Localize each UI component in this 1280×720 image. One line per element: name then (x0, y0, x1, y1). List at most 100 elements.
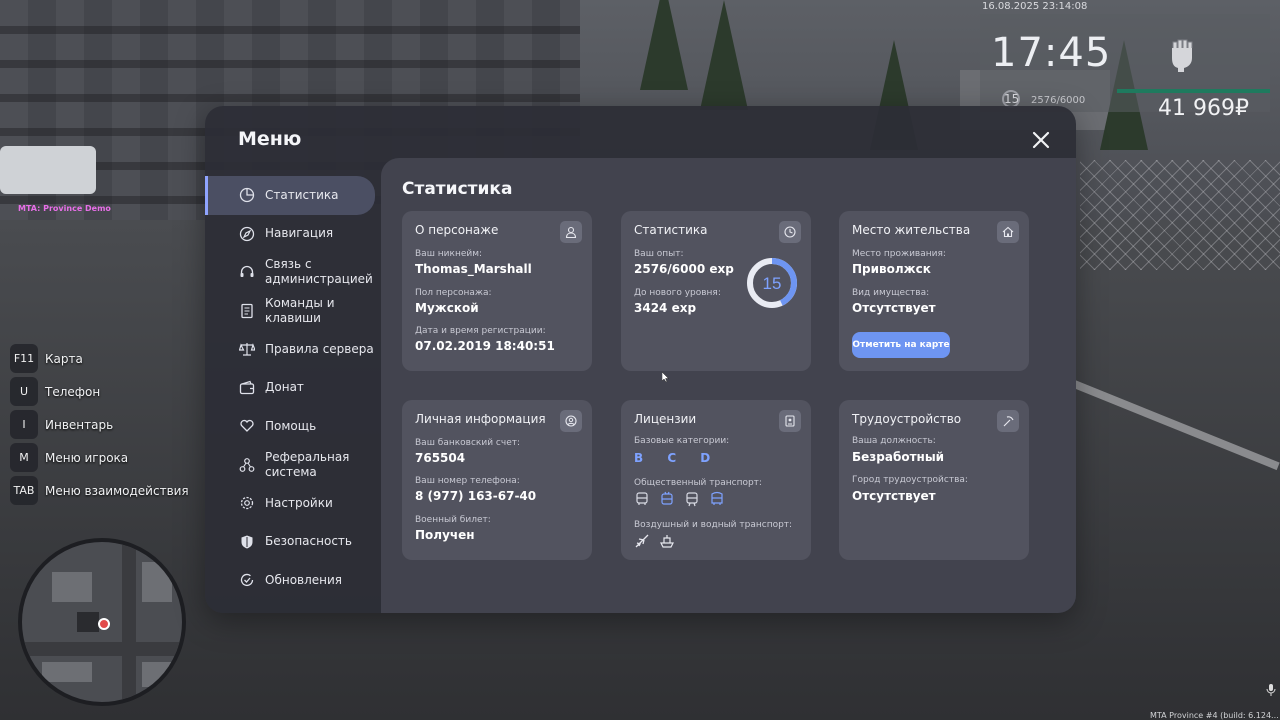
ship-icon (660, 535, 674, 548)
work-city-label: Город трудоустройства: (852, 475, 968, 485)
sidebar-item-referral[interactable]: Реферальная система (205, 446, 381, 485)
scales-icon (239, 343, 255, 356)
compass-icon (239, 226, 255, 241)
work-city-value: Отсутствует (852, 489, 936, 503)
sidebar-item-security[interactable]: Безопасность (205, 523, 381, 562)
sidebar-item-label: Помощь (265, 418, 317, 433)
level-number: 15 (763, 274, 782, 293)
card-icon-box (560, 410, 582, 432)
clock-icon (784, 226, 796, 238)
user-circle-icon (565, 415, 577, 427)
heart-hand-icon (240, 420, 254, 433)
hud-time: 17:45 (991, 30, 1112, 76)
microphone-icon (1266, 684, 1276, 696)
document-icon (241, 303, 253, 318)
card-title: О персонаже (415, 223, 499, 237)
hotkey-inventory: I Инвентарь (10, 410, 189, 439)
hud-exp: 2576/6000 (1031, 95, 1086, 106)
hotkey-label: Телефон (45, 384, 101, 399)
pie-chart-icon (239, 188, 255, 203)
registration-label: Дата и время регистрации: (415, 326, 546, 336)
phone-label: Ваш номер телефона: (415, 476, 520, 486)
pickaxe-icon (1003, 416, 1014, 427)
gender-label: Пол персонажа: (415, 288, 492, 298)
sidebar-item-rules[interactable]: Правила сервера (205, 330, 381, 369)
exp-value: 2576/6000 exp (634, 262, 734, 276)
hud-health-bar (1117, 89, 1270, 93)
close-icon[interactable] (1029, 128, 1053, 152)
place-value: Приволжск (852, 262, 931, 276)
place-label: Место проживания: (852, 249, 946, 259)
sidebar-item-settings[interactable]: Настройки (205, 484, 381, 523)
house-icon (1002, 226, 1014, 238)
mark-on-map-button[interactable]: Отметить на карте (852, 332, 950, 358)
headset-icon (240, 266, 254, 278)
property-value: Отсутствует (852, 301, 936, 315)
hud-money: 41 969₽ (1158, 96, 1249, 121)
sidebar-item-commands[interactable]: Команды и клавиши (205, 292, 381, 331)
hotkey-label: Меню взаимодействия (45, 483, 189, 498)
sidebar-item-label: Донат (265, 380, 304, 395)
airplane-icon (635, 534, 649, 548)
base-categories-label: Базовые категории: (634, 436, 730, 446)
sidebar-item-help[interactable]: Помощь (205, 407, 381, 446)
player-marker-icon (98, 618, 110, 630)
wallet-icon (239, 380, 255, 394)
hotkey-list: F11 Карта U Телефон I Инвентарь M Меню и… (10, 344, 189, 509)
shield-icon (241, 535, 253, 549)
public-transport-icons (634, 491, 725, 507)
personal-info-card: Личная информация Ваш банковский счет: 7… (402, 400, 592, 560)
registration-value: 07.02.2019 18:40:51 (415, 339, 555, 353)
air-water-label: Воздушный и водный транспорт: (634, 520, 793, 530)
sidebar-item-label: Обновления (265, 572, 343, 587)
military-value: Получен (415, 528, 475, 542)
character-card: О персонаже Ваш никнейм: Thomas_Marshall… (402, 211, 592, 371)
sidebar-item-label: Настройки (265, 495, 333, 510)
sidebar-item-statistics[interactable]: Статистика (205, 176, 375, 215)
gear-icon (240, 497, 254, 510)
sidebar-item-label: Связь с администрацией (265, 257, 373, 287)
card-title: Статистика (634, 223, 708, 237)
hotkey-label: Карта (45, 351, 83, 366)
hotkey-key: TAB (10, 476, 38, 505)
hotkey-label: Меню игрока (45, 450, 129, 465)
gender-value: Мужской (415, 301, 479, 315)
position-label: Ваша должность: (852, 436, 936, 446)
card-title: Лицензии (634, 412, 697, 426)
sidebar-item-label: Безопасность (265, 534, 352, 549)
exp-label: Ваш опыт: (634, 249, 684, 259)
nickname-value: Thomas_Marshall (415, 262, 532, 276)
hotkey-map: F11 Карта (10, 344, 189, 373)
hotkey-interaction-menu: TAB Меню взаимодействия (10, 476, 189, 505)
military-label: Военный билет: (415, 515, 491, 525)
hud-level: 15 (1004, 92, 1020, 106)
card-title: Личная информация (415, 412, 546, 426)
menu-window: Меню Статистика Навигация Связь с админи… (205, 106, 1076, 613)
sidebar-item-donate[interactable]: Донат (205, 369, 381, 408)
bus-icon (636, 492, 648, 505)
hotkey-key: F11 (10, 344, 38, 373)
check-refresh-icon (240, 574, 254, 587)
sidebar-item-label: Реферальная система (265, 449, 350, 479)
phone-value: 8 (977) 163-67-40 (415, 489, 537, 503)
mouse-cursor-icon (662, 372, 669, 382)
public-transport-label: Общественный транспорт: (634, 478, 762, 488)
licenses-card: Лицензии Базовые категории: B C D Общест… (621, 400, 811, 560)
sidebar-item-navigation[interactable]: Навигация (205, 215, 381, 254)
user-icon (565, 226, 577, 238)
hud-datetime: 16.08.2025 23:14:08 (982, 1, 1088, 12)
sidebar-item-label: Команды и клавиши (265, 295, 335, 325)
fist-icon (1172, 39, 1193, 72)
sidebar-item-admin-contact[interactable]: Связь с администрацией (205, 253, 381, 292)
sidebar-item-label: Навигация (265, 226, 334, 241)
sidebar-item-label: Правила сервера (265, 341, 374, 356)
card-title: Трудоустройство (852, 412, 962, 426)
residence-card: Место жительства Место проживания: Приво… (839, 211, 1029, 371)
card-title: Место жительства (852, 223, 971, 237)
hotkey-key: U (10, 377, 38, 406)
hotkey-label: Инвентарь (45, 417, 114, 432)
sidebar-item-updates[interactable]: Обновления (205, 561, 381, 600)
next-level-label: До нового уровня: (634, 288, 721, 298)
trolleybus-icon (661, 491, 673, 505)
property-label: Вид имущества: (852, 288, 930, 298)
